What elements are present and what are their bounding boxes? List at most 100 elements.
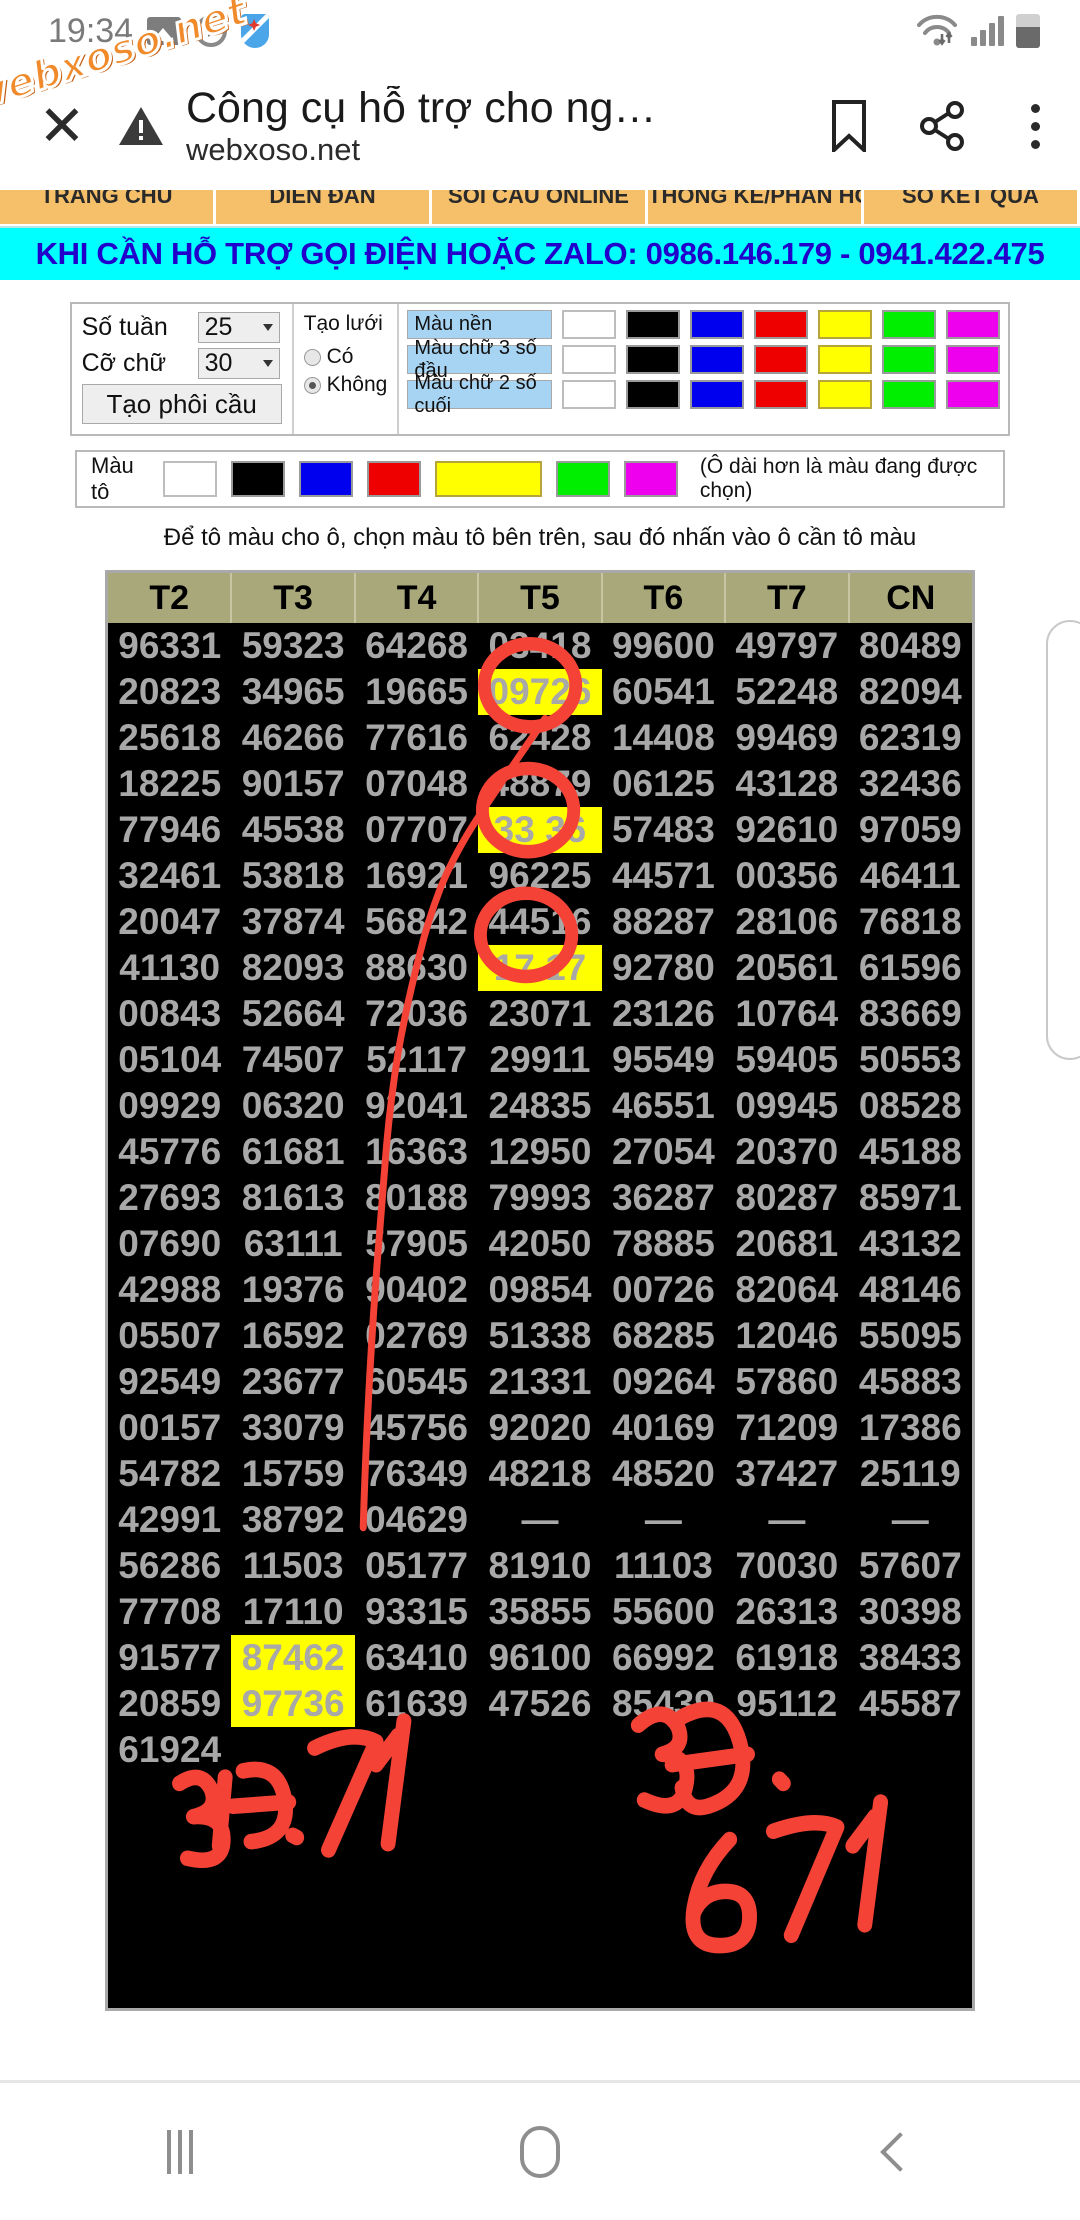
table-cell[interactable]: 45883 bbox=[848, 1359, 972, 1405]
table-cell[interactable]: 09854 bbox=[478, 1267, 602, 1313]
swatch-green[interactable] bbox=[882, 345, 937, 374]
table-cell[interactable]: 23677 bbox=[231, 1359, 355, 1405]
table-cell[interactable]: 79993 bbox=[478, 1175, 602, 1221]
table-cell[interactable]: 09726 bbox=[478, 669, 602, 715]
table-cell[interactable]: 88630 bbox=[354, 945, 479, 991]
swatch-black[interactable] bbox=[626, 310, 681, 339]
table-cell[interactable]: 80489 bbox=[848, 623, 972, 669]
swatch-green[interactable] bbox=[882, 310, 937, 339]
table-cell[interactable]: 55600 bbox=[601, 1589, 726, 1635]
swatch-blue[interactable] bbox=[690, 345, 745, 374]
table-cell[interactable]: 85971 bbox=[848, 1175, 972, 1221]
table-cell[interactable]: 30398 bbox=[848, 1589, 972, 1635]
swatch-red[interactable] bbox=[754, 345, 809, 374]
swatch-magenta[interactable] bbox=[946, 345, 1001, 374]
table-cell[interactable]: 56286 bbox=[108, 1543, 232, 1589]
table-cell[interactable]: 16592 bbox=[231, 1313, 355, 1359]
table-cell[interactable]: 33 36 bbox=[478, 807, 602, 853]
table-cell[interactable]: 96225 bbox=[478, 853, 602, 899]
table-cell[interactable]: 48146 bbox=[848, 1267, 972, 1313]
table-cell[interactable]: 42050 bbox=[478, 1221, 602, 1267]
table-cell[interactable]: 17386 bbox=[848, 1405, 972, 1451]
table-cell[interactable]: 77946 bbox=[108, 807, 232, 853]
swatch-black[interactable] bbox=[626, 345, 681, 374]
table-cell[interactable]: 57905 bbox=[354, 1221, 479, 1267]
table-cell[interactable]: 29911 bbox=[478, 1037, 602, 1083]
site-nav-item[interactable]: SỔ KẾT QUẢ bbox=[864, 190, 1080, 224]
table-cell[interactable]: — bbox=[601, 1497, 726, 1543]
table-cell[interactable]: 61596 bbox=[848, 945, 972, 991]
table-cell[interactable]: 18225 bbox=[108, 761, 232, 807]
table-cell[interactable]: 33079 bbox=[231, 1405, 355, 1451]
table-cell[interactable]: 20823 bbox=[108, 669, 232, 715]
table-cell[interactable]: 15759 bbox=[231, 1451, 355, 1497]
table-cell[interactable]: 35855 bbox=[478, 1589, 602, 1635]
table-cell[interactable]: 63111 bbox=[231, 1221, 355, 1267]
table-cell[interactable]: 23126 bbox=[601, 991, 726, 1037]
table-cell[interactable]: 76349 bbox=[354, 1451, 479, 1497]
table-cell[interactable]: 09945 bbox=[725, 1083, 849, 1129]
table-cell[interactable]: 83669 bbox=[848, 991, 972, 1037]
table-cell[interactable]: 74507 bbox=[231, 1037, 355, 1083]
table-cell[interactable]: 96100 bbox=[478, 1635, 602, 1681]
table-cell[interactable]: 20681 bbox=[725, 1221, 849, 1267]
table-cell[interactable]: 46551 bbox=[601, 1083, 726, 1129]
swatch-white[interactable] bbox=[562, 310, 617, 339]
share-button[interactable] bbox=[896, 101, 990, 151]
recent-apps-button[interactable] bbox=[120, 2092, 240, 2212]
fill-swatch-red[interactable] bbox=[366, 461, 421, 497]
table-cell[interactable]: 59405 bbox=[725, 1037, 849, 1083]
table-cell[interactable]: 19665 bbox=[354, 669, 479, 715]
table-cell[interactable]: 02769 bbox=[354, 1313, 479, 1359]
table-cell[interactable]: 54782 bbox=[108, 1451, 232, 1497]
table-cell[interactable]: 93315 bbox=[354, 1589, 479, 1635]
side-scroll-panel[interactable] bbox=[1046, 620, 1080, 1060]
table-cell[interactable]: 56842 bbox=[354, 899, 479, 945]
table-cell[interactable]: 46266 bbox=[231, 715, 355, 761]
table-cell[interactable]: 80188 bbox=[354, 1175, 479, 1221]
table-cell[interactable]: 37427 bbox=[725, 1451, 849, 1497]
table-cell[interactable]: 25618 bbox=[108, 715, 232, 761]
table-cell[interactable] bbox=[725, 1727, 849, 1773]
table-cell[interactable]: 45776 bbox=[108, 1129, 232, 1175]
table-cell[interactable]: 62319 bbox=[848, 715, 972, 761]
table-cell[interactable]: 78885 bbox=[601, 1221, 726, 1267]
table-cell[interactable]: 63410 bbox=[354, 1635, 479, 1681]
table-cell[interactable]: 32436 bbox=[848, 761, 972, 807]
table-cell[interactable]: 34965 bbox=[231, 669, 355, 715]
swatch-white[interactable] bbox=[562, 380, 617, 409]
table-cell[interactable]: 45756 bbox=[354, 1405, 479, 1451]
table-cell[interactable]: 21331 bbox=[478, 1359, 602, 1405]
table-cell[interactable]: 53818 bbox=[231, 853, 355, 899]
table-cell[interactable]: 27693 bbox=[108, 1175, 232, 1221]
table-cell[interactable]: 97059 bbox=[848, 807, 972, 853]
fill-swatch-yellow-selected[interactable] bbox=[434, 461, 542, 497]
site-nav-item[interactable]: THỐNG KÊ/PHẢN HỒI bbox=[648, 190, 864, 224]
table-cell[interactable]: 68285 bbox=[601, 1313, 726, 1359]
table-cell[interactable]: 11103 bbox=[601, 1543, 726, 1589]
table-cell[interactable]: 00843 bbox=[108, 991, 232, 1037]
table-cell[interactable]: 66992 bbox=[601, 1635, 726, 1681]
table-cell[interactable]: 52248 bbox=[725, 669, 849, 715]
table-cell[interactable]: 81613 bbox=[231, 1175, 355, 1221]
table-cell[interactable]: 59323 bbox=[231, 623, 355, 669]
table-cell[interactable]: 95549 bbox=[601, 1037, 726, 1083]
table-cell[interactable]: 07048 bbox=[354, 761, 479, 807]
swatch-yellow[interactable] bbox=[818, 310, 873, 339]
table-cell[interactable]: 43128 bbox=[725, 761, 849, 807]
table-cell[interactable]: 16921 bbox=[354, 853, 479, 899]
table-cell[interactable]: 82093 bbox=[231, 945, 355, 991]
table-cell[interactable]: 99600 bbox=[601, 623, 726, 669]
table-cell[interactable]: 24835 bbox=[478, 1083, 602, 1129]
table-cell[interactable]: 57860 bbox=[725, 1359, 849, 1405]
table-cell[interactable]: 11503 bbox=[231, 1543, 355, 1589]
table-cell[interactable]: 90402 bbox=[354, 1267, 479, 1313]
home-button[interactable] bbox=[480, 2092, 600, 2212]
table-cell[interactable]: 77616 bbox=[354, 715, 479, 761]
table-cell[interactable]: 87462 bbox=[231, 1635, 355, 1681]
table-cell[interactable]: 06320 bbox=[231, 1083, 355, 1129]
table-cell[interactable]: 44571 bbox=[601, 853, 726, 899]
table-cell[interactable]: 92020 bbox=[478, 1405, 602, 1451]
table-cell[interactable] bbox=[601, 1727, 726, 1773]
table-cell[interactable] bbox=[354, 1727, 479, 1773]
